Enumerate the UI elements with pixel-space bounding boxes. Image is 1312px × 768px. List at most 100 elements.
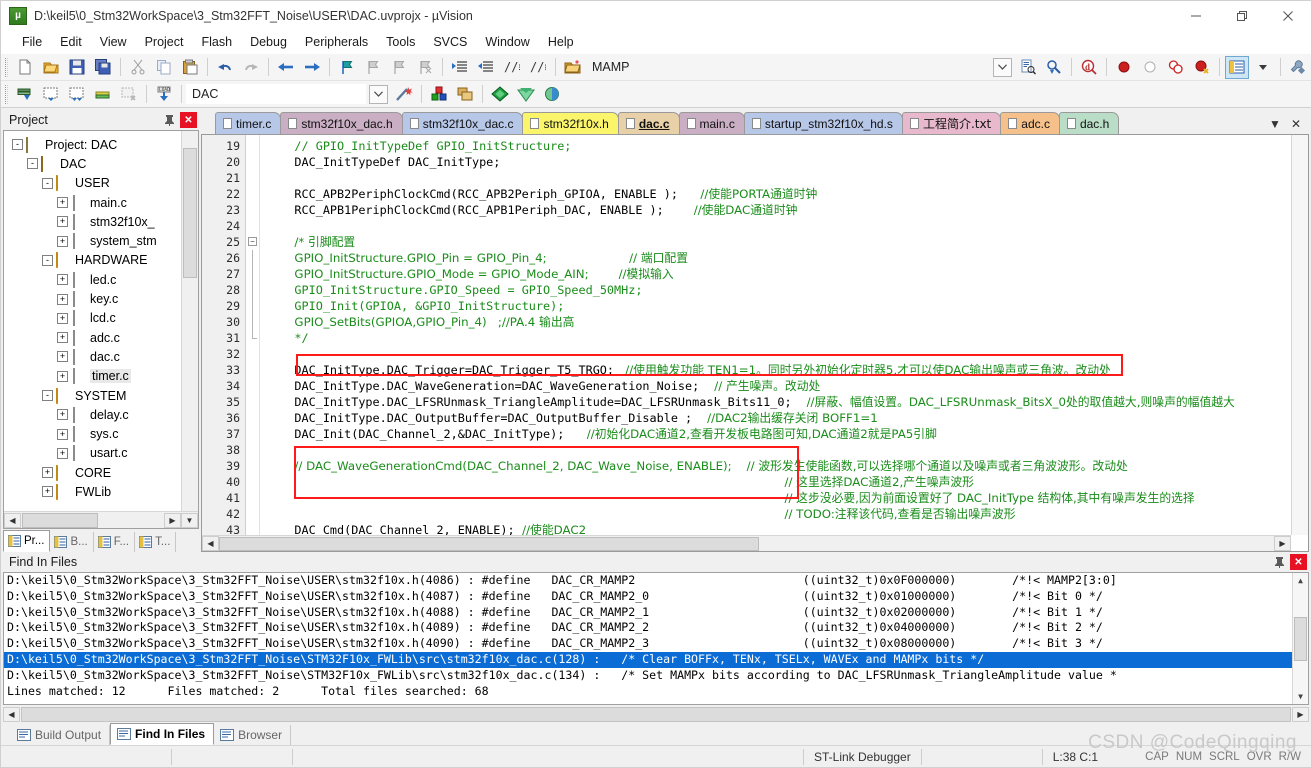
cut-icon[interactable] xyxy=(126,56,150,79)
tree-item-led-c[interactable]: + led.c xyxy=(6,270,198,289)
output-tab-browser[interactable]: Browser xyxy=(214,725,292,745)
tree-item-user[interactable]: - USER xyxy=(6,174,198,193)
comment-icon[interactable]: //≡ xyxy=(500,56,524,79)
output-tab-buildoutput[interactable]: Build Output xyxy=(11,725,111,745)
navigate-forward-icon[interactable] xyxy=(300,56,324,79)
expand-icon[interactable]: + xyxy=(57,351,68,363)
pack-green-icon[interactable] xyxy=(514,83,538,106)
find-result-row[interactable]: Lines matched: 12 Files matched: 2 Total… xyxy=(4,684,1308,700)
expand-icon[interactable]: + xyxy=(57,235,68,247)
scroll-right-icon[interactable]: ▶ xyxy=(1292,707,1309,722)
find-result-row[interactable]: D:\keil5\0_Stm32WorkSpace\3_Stm32FFT_Noi… xyxy=(4,573,1308,589)
find-results-vertical-scrollbar[interactable]: ▲ ▼ xyxy=(1292,573,1308,704)
panel-tab-b[interactable]: B... xyxy=(50,532,94,552)
incremental-find-icon[interactable] xyxy=(1042,56,1066,79)
menu-item-project[interactable]: Project xyxy=(136,33,193,51)
find-result-row[interactable]: D:\keil5\0_Stm32WorkSpace\3_Stm32FFT_Noi… xyxy=(4,620,1308,636)
editor-tab-mainc[interactable]: main.c xyxy=(678,112,745,134)
tree-item-system-stm[interactable]: + system_stm xyxy=(6,231,198,250)
expand-icon[interactable]: + xyxy=(42,467,53,479)
scroll-up-icon[interactable]: ▲ xyxy=(1293,573,1308,588)
browse-icon[interactable]: d xyxy=(1077,56,1101,79)
tree-item-adc-c[interactable]: + adc.c xyxy=(6,328,198,347)
open-file-icon[interactable] xyxy=(39,56,63,79)
target-combo-chevron-down-icon[interactable] xyxy=(993,57,1012,77)
find-in-files-icon[interactable] xyxy=(1016,56,1040,79)
find-result-row[interactable]: D:\keil5\0_Stm32WorkSpace\3_Stm32FFT_Noi… xyxy=(4,589,1308,605)
undo-icon[interactable] xyxy=(213,56,237,79)
download-icon[interactable]: LOAD xyxy=(152,83,176,106)
pack-installer-icon[interactable] xyxy=(488,83,512,106)
scroll-left-icon[interactable]: ◀ xyxy=(202,536,219,551)
tree-item-stm32f10x-[interactable]: + stm32f10x_ xyxy=(6,212,198,231)
menu-item-debug[interactable]: Debug xyxy=(241,33,296,51)
menu-item-tools[interactable]: Tools xyxy=(377,33,424,51)
project-window-icon[interactable] xyxy=(1225,55,1249,79)
manage-components-icon[interactable] xyxy=(427,83,451,106)
copy-icon[interactable] xyxy=(152,56,176,79)
menu-item-edit[interactable]: Edit xyxy=(51,33,91,51)
tree-item-delay-c[interactable]: + delay.c xyxy=(6,405,198,424)
fold-marker[interactable]: − xyxy=(246,234,259,250)
find-result-row[interactable]: D:\keil5\0_Stm32WorkSpace\3_Stm32FFT_Noi… xyxy=(4,636,1308,652)
chevron-down-icon[interactable]: ▼ xyxy=(1269,117,1281,131)
menu-item-flash[interactable]: Flash xyxy=(192,33,241,51)
magic-wand-icon[interactable] xyxy=(392,83,416,106)
editor-tab-txt[interactable]: 工程简介.txt xyxy=(901,112,1002,134)
editor-tab-adcc[interactable]: adc.c xyxy=(1000,112,1060,134)
project-tree-horizontal-scrollbar[interactable]: ◀ ▶ ▼ xyxy=(4,511,198,528)
project-window-chevron-down-icon[interactable] xyxy=(1251,56,1275,79)
collapse-icon[interactable]: - xyxy=(42,177,53,189)
tree-item-dac[interactable]: - DAC xyxy=(6,154,198,173)
editor-vertical-scrollbar[interactable] xyxy=(1291,135,1308,535)
paste-icon[interactable] xyxy=(178,56,202,79)
expand-icon[interactable]: + xyxy=(57,447,68,459)
find-results-list[interactable]: D:\keil5\0_Stm32WorkSpace\3_Stm32FFT_Noi… xyxy=(3,572,1309,705)
outdent-icon[interactable] xyxy=(474,56,498,79)
project-tree-vertical-scrollbar[interactable] xyxy=(181,131,198,511)
multi-project-icon[interactable] xyxy=(453,83,477,106)
collapse-icon[interactable]: - xyxy=(27,158,38,170)
panel-tab-pr[interactable]: Pr... xyxy=(3,530,51,552)
tree-item-usart-c[interactable]: + usart.c xyxy=(6,444,198,463)
code-editor[interactable]: 19 20 21 22 23 24 25 26 27 28 29 30 31 32 33 34 35 36 37 38… xyxy=(201,134,1309,552)
expand-icon[interactable]: + xyxy=(42,486,53,498)
menu-item-help[interactable]: Help xyxy=(539,33,583,51)
expand-icon[interactable]: + xyxy=(57,216,68,228)
editor-tab-dacc[interactable]: dac.c xyxy=(617,112,680,134)
menu-item-peripherals[interactable]: Peripherals xyxy=(296,33,377,51)
expand-icon[interactable]: + xyxy=(57,293,68,305)
collapse-icon[interactable]: - xyxy=(12,139,23,151)
tree-item-timer-c[interactable]: + timer.c xyxy=(6,367,198,386)
scroll-left-icon[interactable]: ◀ xyxy=(4,512,21,528)
pin-icon[interactable] xyxy=(161,112,178,128)
navigate-back-icon[interactable] xyxy=(274,56,298,79)
menu-item-view[interactable]: View xyxy=(91,33,136,51)
close-icon[interactable]: ✕ xyxy=(180,112,197,128)
project-tree[interactable]: - Project: DAC - DAC - USER + main.c + stm32f10x_… xyxy=(3,130,199,529)
editor-tab-startupstm32f10xhds[interactable]: startup_stm32f10x_hd.s xyxy=(743,112,903,134)
expand-icon[interactable]: + xyxy=(57,312,68,324)
expand-icon[interactable]: + xyxy=(57,197,68,209)
menu-item-svcs[interactable]: SVCS xyxy=(424,33,476,51)
breakpoint-icon[interactable] xyxy=(1112,56,1136,79)
configure-icon[interactable] xyxy=(1286,56,1310,79)
build-icon[interactable] xyxy=(39,83,63,106)
project-selector-chevron-down-icon[interactable] xyxy=(369,84,388,104)
rebuild-icon[interactable] xyxy=(65,83,89,106)
bookmark-toggle-icon[interactable] xyxy=(335,56,359,79)
scroll-left-icon[interactable]: ◀ xyxy=(3,707,20,722)
tree-item-fwlib[interactable]: + FWLib xyxy=(6,482,198,501)
editor-tab-stm32f10xh[interactable]: stm32f10x.h xyxy=(522,112,619,134)
close-icon[interactable]: ✕ xyxy=(1291,117,1301,131)
tree-item-hardware[interactable]: - HARDWARE xyxy=(6,251,198,270)
breakpoint-disable-icon[interactable] xyxy=(1138,56,1162,79)
pack-blue-icon[interactable] xyxy=(540,83,564,106)
translate-icon[interactable] xyxy=(13,83,37,106)
code-folding-bar[interactable]: − xyxy=(246,135,260,551)
editor-tab-stm32f10xdacc[interactable]: stm32f10x_dac.c xyxy=(401,112,524,134)
breakpoint-kill-all-icon[interactable] xyxy=(1164,56,1188,79)
restore-icon[interactable] xyxy=(1219,1,1265,31)
find-result-row[interactable]: D:\keil5\0_Stm32WorkSpace\3_Stm32FFT_Noi… xyxy=(4,668,1308,684)
expand-icon[interactable]: + xyxy=(57,274,68,286)
